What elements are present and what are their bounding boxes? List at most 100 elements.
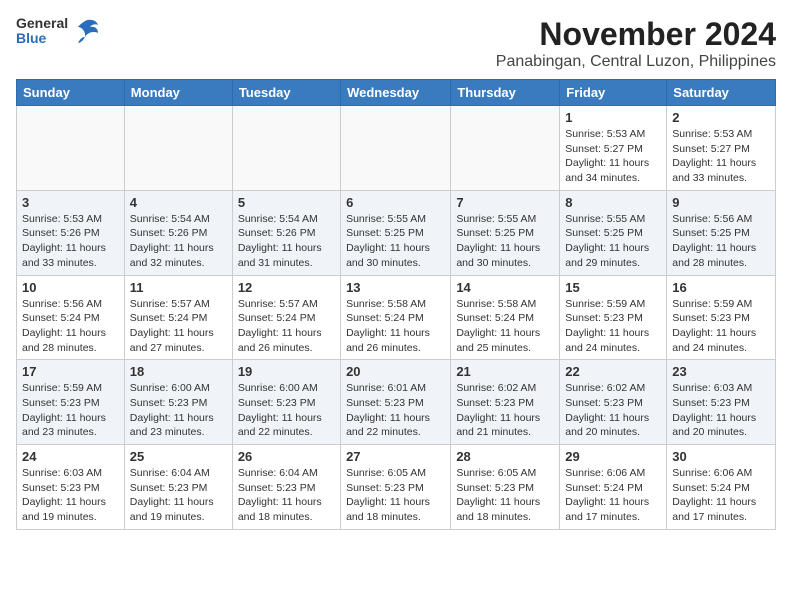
- day-number: 23: [672, 364, 770, 379]
- day-info: Sunrise: 6:05 AM Sunset: 5:23 PM Dayligh…: [346, 466, 445, 525]
- day-info: Sunrise: 5:54 AM Sunset: 5:26 PM Dayligh…: [130, 212, 227, 271]
- calendar-cell: 21 Sunrise: 6:02 AM Sunset: 5:23 PM Dayli…: [451, 360, 560, 445]
- day-info: Sunrise: 5:53 AM Sunset: 5:27 PM Dayligh…: [565, 127, 661, 186]
- day-number: 11: [130, 280, 227, 295]
- day-info: Sunrise: 5:55 AM Sunset: 5:25 PM Dayligh…: [456, 212, 554, 271]
- calendar-cell: [341, 106, 451, 191]
- calendar-cell: 23 Sunrise: 6:03 AM Sunset: 5:23 PM Dayli…: [667, 360, 776, 445]
- calendar-table: SundayMondayTuesdayWednesdayThursdayFrid…: [16, 79, 776, 530]
- day-number: 24: [22, 449, 119, 464]
- day-info: Sunrise: 5:56 AM Sunset: 5:25 PM Dayligh…: [672, 212, 770, 271]
- title-block: November 2024 Panabingan, Central Luzon,…: [496, 16, 776, 71]
- calendar-cell: 10 Sunrise: 5:56 AM Sunset: 5:24 PM Dayli…: [17, 275, 125, 360]
- page-title: November 2024: [496, 16, 776, 53]
- logo: General Blue: [16, 16, 100, 47]
- day-info: Sunrise: 5:59 AM Sunset: 5:23 PM Dayligh…: [672, 297, 770, 356]
- day-info: Sunrise: 6:05 AM Sunset: 5:23 PM Dayligh…: [456, 466, 554, 525]
- day-number: 14: [456, 280, 554, 295]
- calendar-row: 10 Sunrise: 5:56 AM Sunset: 5:24 PM Dayli…: [17, 275, 776, 360]
- weekday-header-sunday: Sunday: [17, 80, 125, 106]
- day-number: 4: [130, 195, 227, 210]
- calendar-cell: 25 Sunrise: 6:04 AM Sunset: 5:23 PM Dayli…: [124, 445, 232, 530]
- weekday-header-thursday: Thursday: [451, 80, 560, 106]
- day-number: 1: [565, 110, 661, 125]
- day-number: 21: [456, 364, 554, 379]
- calendar-cell: 5 Sunrise: 5:54 AM Sunset: 5:26 PM Daylig…: [232, 190, 340, 275]
- calendar-cell: 19 Sunrise: 6:00 AM Sunset: 5:23 PM Dayli…: [232, 360, 340, 445]
- calendar-cell: 16 Sunrise: 5:59 AM Sunset: 5:23 PM Dayli…: [667, 275, 776, 360]
- logo-blue: Blue: [16, 31, 68, 46]
- day-info: Sunrise: 5:58 AM Sunset: 5:24 PM Dayligh…: [346, 297, 445, 356]
- day-number: 19: [238, 364, 335, 379]
- day-info: Sunrise: 6:00 AM Sunset: 5:23 PM Dayligh…: [238, 381, 335, 440]
- calendar-cell: 15 Sunrise: 5:59 AM Sunset: 5:23 PM Dayli…: [560, 275, 667, 360]
- day-number: 2: [672, 110, 770, 125]
- day-info: Sunrise: 5:53 AM Sunset: 5:27 PM Dayligh…: [672, 127, 770, 186]
- calendar-cell: 12Sunrise: 5:57 AM Sunset: 5:24 PM Dayli…: [232, 275, 340, 360]
- day-number: 17: [22, 364, 119, 379]
- day-info: Sunrise: 5:56 AM Sunset: 5:24 PM Dayligh…: [22, 297, 119, 356]
- day-number: 27: [346, 449, 445, 464]
- day-info: Sunrise: 5:55 AM Sunset: 5:25 PM Dayligh…: [565, 212, 661, 271]
- calendar-cell: 22 Sunrise: 6:02 AM Sunset: 5:23 PM Dayli…: [560, 360, 667, 445]
- weekday-header-saturday: Saturday: [667, 80, 776, 106]
- day-number: 8: [565, 195, 661, 210]
- calendar-cell: [124, 106, 232, 191]
- calendar-cell: 2 Sunrise: 5:53 AM Sunset: 5:27 PM Daylig…: [667, 106, 776, 191]
- day-number: 22: [565, 364, 661, 379]
- day-number: 26: [238, 449, 335, 464]
- calendar-cell: 1 Sunrise: 5:53 AM Sunset: 5:27 PM Daylig…: [560, 106, 667, 191]
- day-number: 15: [565, 280, 661, 295]
- day-info: Sunrise: 6:03 AM Sunset: 5:23 PM Dayligh…: [22, 466, 119, 525]
- weekday-header-tuesday: Tuesday: [232, 80, 340, 106]
- day-number: 18: [130, 364, 227, 379]
- day-number: 10: [22, 280, 119, 295]
- calendar-row: 24 Sunrise: 6:03 AM Sunset: 5:23 PM Dayli…: [17, 445, 776, 530]
- calendar-cell: 3Sunrise: 5:53 AM Sunset: 5:26 PM Daylig…: [17, 190, 125, 275]
- calendar-cell: 6Sunrise: 5:55 AM Sunset: 5:25 PM Daylig…: [341, 190, 451, 275]
- calendar-cell: 29Sunrise: 6:06 AM Sunset: 5:24 PM Dayli…: [560, 445, 667, 530]
- weekday-header-friday: Friday: [560, 80, 667, 106]
- calendar-cell: [17, 106, 125, 191]
- calendar-cell: 27 Sunrise: 6:05 AM Sunset: 5:23 PM Dayli…: [341, 445, 451, 530]
- calendar-row: 17Sunrise: 5:59 AM Sunset: 5:23 PM Dayli…: [17, 360, 776, 445]
- day-number: 25: [130, 449, 227, 464]
- day-info: Sunrise: 6:00 AM Sunset: 5:23 PM Dayligh…: [130, 381, 227, 440]
- logo-text: General Blue: [16, 16, 68, 47]
- day-number: 28: [456, 449, 554, 464]
- calendar-cell: 28 Sunrise: 6:05 AM Sunset: 5:23 PM Dayli…: [451, 445, 560, 530]
- day-info: Sunrise: 6:01 AM Sunset: 5:23 PM Dayligh…: [346, 381, 445, 440]
- day-number: 30: [672, 449, 770, 464]
- day-info: Sunrise: 5:54 AM Sunset: 5:26 PM Dayligh…: [238, 212, 335, 271]
- day-number: 13: [346, 280, 445, 295]
- calendar-cell: 24 Sunrise: 6:03 AM Sunset: 5:23 PM Dayli…: [17, 445, 125, 530]
- day-info: Sunrise: 6:03 AM Sunset: 5:23 PM Dayligh…: [672, 381, 770, 440]
- day-info: Sunrise: 6:04 AM Sunset: 5:23 PM Dayligh…: [130, 466, 227, 525]
- day-number: 7: [456, 195, 554, 210]
- calendar-cell: 11 Sunrise: 5:57 AM Sunset: 5:24 PM Dayli…: [124, 275, 232, 360]
- day-info: Sunrise: 6:02 AM Sunset: 5:23 PM Dayligh…: [565, 381, 661, 440]
- day-info: Sunrise: 6:02 AM Sunset: 5:23 PM Dayligh…: [456, 381, 554, 440]
- day-info: Sunrise: 5:59 AM Sunset: 5:23 PM Dayligh…: [565, 297, 661, 356]
- day-number: 20: [346, 364, 445, 379]
- day-info: Sunrise: 5:58 AM Sunset: 5:24 PM Dayligh…: [456, 297, 554, 356]
- calendar-cell: 7 Sunrise: 5:55 AM Sunset: 5:25 PM Daylig…: [451, 190, 560, 275]
- day-number: 3: [22, 195, 119, 210]
- day-info: Sunrise: 6:06 AM Sunset: 5:24 PM Dayligh…: [672, 466, 770, 525]
- day-number: 9: [672, 195, 770, 210]
- calendar-row: 1 Sunrise: 5:53 AM Sunset: 5:27 PM Daylig…: [17, 106, 776, 191]
- day-info: Sunrise: 6:04 AM Sunset: 5:23 PM Dayligh…: [238, 466, 335, 525]
- weekday-header-monday: Monday: [124, 80, 232, 106]
- calendar-cell: 17Sunrise: 5:59 AM Sunset: 5:23 PM Dayli…: [17, 360, 125, 445]
- calendar-cell: 14 Sunrise: 5:58 AM Sunset: 5:24 PM Dayli…: [451, 275, 560, 360]
- day-info: Sunrise: 6:06 AM Sunset: 5:24 PM Dayligh…: [565, 466, 661, 525]
- day-number: 5: [238, 195, 335, 210]
- calendar-cell: 26 Sunrise: 6:04 AM Sunset: 5:23 PM Dayli…: [232, 445, 340, 530]
- day-number: 16: [672, 280, 770, 295]
- day-info: Sunrise: 5:55 AM Sunset: 5:25 PM Dayligh…: [346, 212, 445, 271]
- calendar-header-row: SundayMondayTuesdayWednesdayThursdayFrid…: [17, 80, 776, 106]
- day-info: Sunrise: 5:57 AM Sunset: 5:24 PM Dayligh…: [130, 297, 227, 356]
- calendar-row: 3Sunrise: 5:53 AM Sunset: 5:26 PM Daylig…: [17, 190, 776, 275]
- day-info: Sunrise: 5:57 AM Sunset: 5:24 PM Dayligh…: [238, 297, 335, 356]
- calendar-cell: 4 Sunrise: 5:54 AM Sunset: 5:26 PM Daylig…: [124, 190, 232, 275]
